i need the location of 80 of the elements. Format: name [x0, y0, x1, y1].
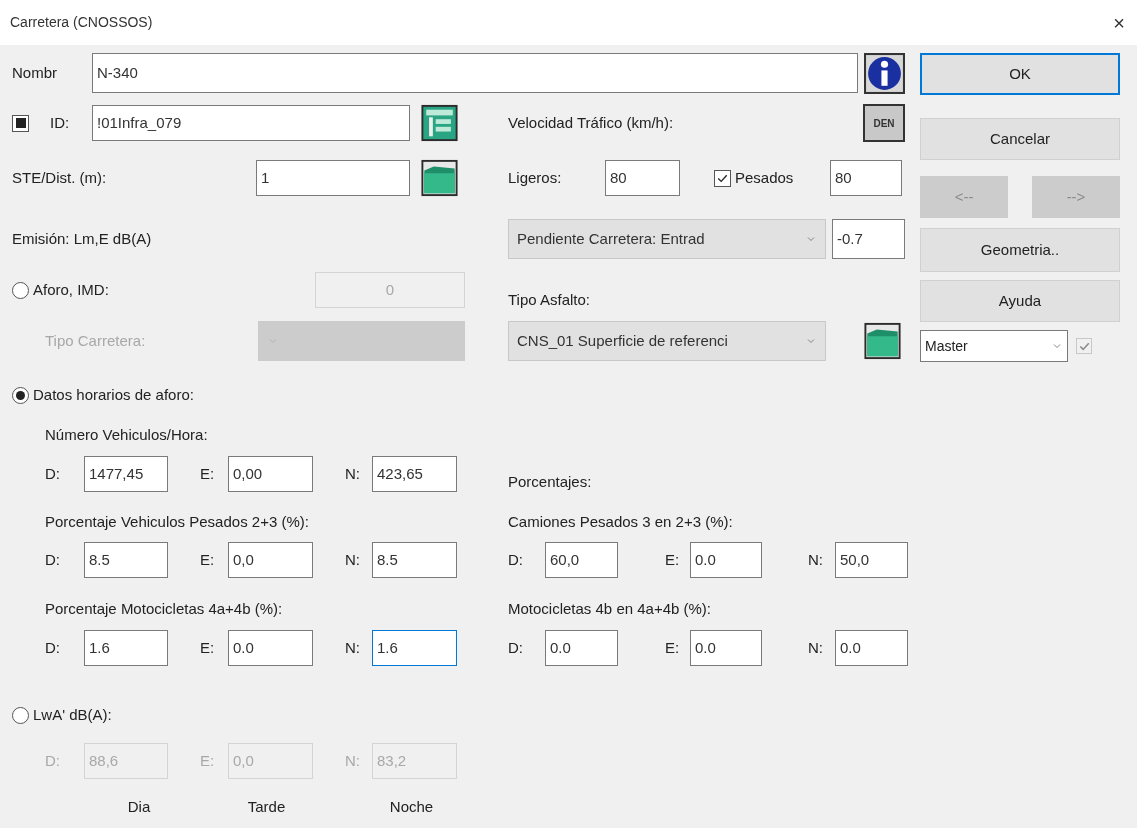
label: Ligeros:: [508, 167, 563, 188]
input-field[interactable]: 1.6: [84, 630, 168, 666]
radio-button[interactable]: [12, 281, 29, 299]
label: Nombr: [12, 62, 58, 83]
dropdown-value: CNS_01 Superficie de referenci: [517, 330, 728, 351]
label: D:: [45, 463, 61, 484]
label: ID:: [49, 112, 71, 133]
input-field[interactable]: 0.0: [545, 630, 618, 666]
input-field[interactable]: 0.0: [835, 630, 908, 666]
input-field[interactable]: 423,65: [372, 456, 457, 492]
label: N:: [345, 637, 361, 658]
input-field[interactable]: 1477,45: [84, 456, 168, 492]
label: Porcentaje Motocicletas 4a+4b (%):: [44, 598, 283, 619]
input-field[interactable]: 0.0: [690, 630, 762, 666]
label: E:: [665, 549, 681, 570]
dropdown-value: Pendiente Carretera: Entrad: [517, 228, 705, 249]
folder-icon[interactable]: [862, 322, 903, 360]
label: N:: [345, 750, 361, 771]
input-field[interactable]: 0.0: [690, 542, 762, 578]
dropdown[interactable]: Pendiente Carretera: Entrad: [508, 219, 826, 259]
label: E:: [200, 549, 216, 570]
label: D:: [45, 549, 61, 570]
input-field[interactable]: -0.7: [832, 219, 905, 259]
dropdown[interactable]: CNS_01 Superficie de referenci: [508, 321, 826, 361]
label: Emisión: Lm,E dB(A): [12, 228, 152, 249]
input-field[interactable]: 0,0: [228, 542, 313, 578]
dialog-button[interactable]: Geometria..: [920, 228, 1120, 272]
label: N:: [345, 463, 361, 484]
label: N:: [345, 549, 361, 570]
label: D:: [508, 549, 524, 570]
label: Datos horarios de aforo:: [32, 384, 194, 405]
label: D:: [45, 750, 61, 771]
label: E:: [665, 637, 681, 658]
input-field[interactable]: 50,0: [835, 542, 908, 578]
label: Tipo Carretera:: [44, 330, 147, 351]
dialog-button[interactable]: OK: [920, 53, 1120, 95]
label: E:: [200, 463, 216, 484]
radio-button[interactable]: [12, 386, 29, 404]
label: Velocidad Tráfico (km/h):: [508, 112, 675, 133]
label: LwA' dB(A):: [32, 704, 112, 725]
label: Porcentajes:: [508, 471, 592, 492]
label: N:: [808, 637, 824, 658]
radio-button[interactable]: [12, 706, 29, 724]
input-field[interactable]: 0.0: [228, 630, 313, 666]
input-field[interactable]: 8.5: [372, 542, 457, 578]
input-field[interactable]: 80: [830, 160, 902, 196]
input-field[interactable]: !01Infra_079: [92, 105, 410, 141]
column-label: Tarde: [246, 796, 287, 817]
label: E:: [200, 637, 216, 658]
label: D:: [508, 637, 524, 658]
input-field[interactable]: 60,0: [545, 542, 618, 578]
dialog-button[interactable]: Cancelar: [920, 118, 1120, 160]
column-label: Noche: [388, 796, 435, 817]
label: Motocicletas 4b en 4a+4b (%):: [508, 598, 712, 619]
folder-icon[interactable]: [419, 159, 460, 197]
input-field[interactable]: 1.6: [372, 630, 457, 666]
label: N:: [808, 549, 824, 570]
input-field[interactable]: 8.5: [84, 542, 168, 578]
label: D:: [45, 637, 61, 658]
input-field[interactable]: 80: [605, 160, 680, 196]
label: Camiones Pesados 3 en 2+3 (%):: [508, 511, 733, 532]
label: E:: [200, 750, 216, 771]
dialog-button[interactable]: Ayuda: [920, 280, 1120, 322]
input-field[interactable]: 0,00: [228, 456, 313, 492]
column-label: Dia: [126, 796, 152, 817]
label: Aforo, IMD:: [32, 279, 110, 300]
label: STE/Dist. (m):: [12, 167, 108, 188]
window-title: Carretera (CNOSSOS): [10, 13, 153, 32]
input-field[interactable]: N-340: [92, 53, 858, 93]
label: Pesados: [734, 167, 795, 188]
label: Número Vehiculos/Hora:: [44, 424, 208, 445]
label: Porcentaje Vehiculos Pesados 2+3 (%):: [44, 511, 309, 532]
label: Tipo Asfalto:: [508, 289, 590, 310]
info-icon[interactable]: [864, 52, 905, 94]
den-button[interactable]: DEN: [863, 104, 905, 142]
input-field[interactable]: 1: [256, 160, 410, 196]
checkbox[interactable]: [12, 114, 29, 132]
table-icon[interactable]: [419, 104, 460, 142]
close-button[interactable]: ×: [1107, 10, 1131, 35]
dropdown-value: Master: [925, 336, 968, 356]
